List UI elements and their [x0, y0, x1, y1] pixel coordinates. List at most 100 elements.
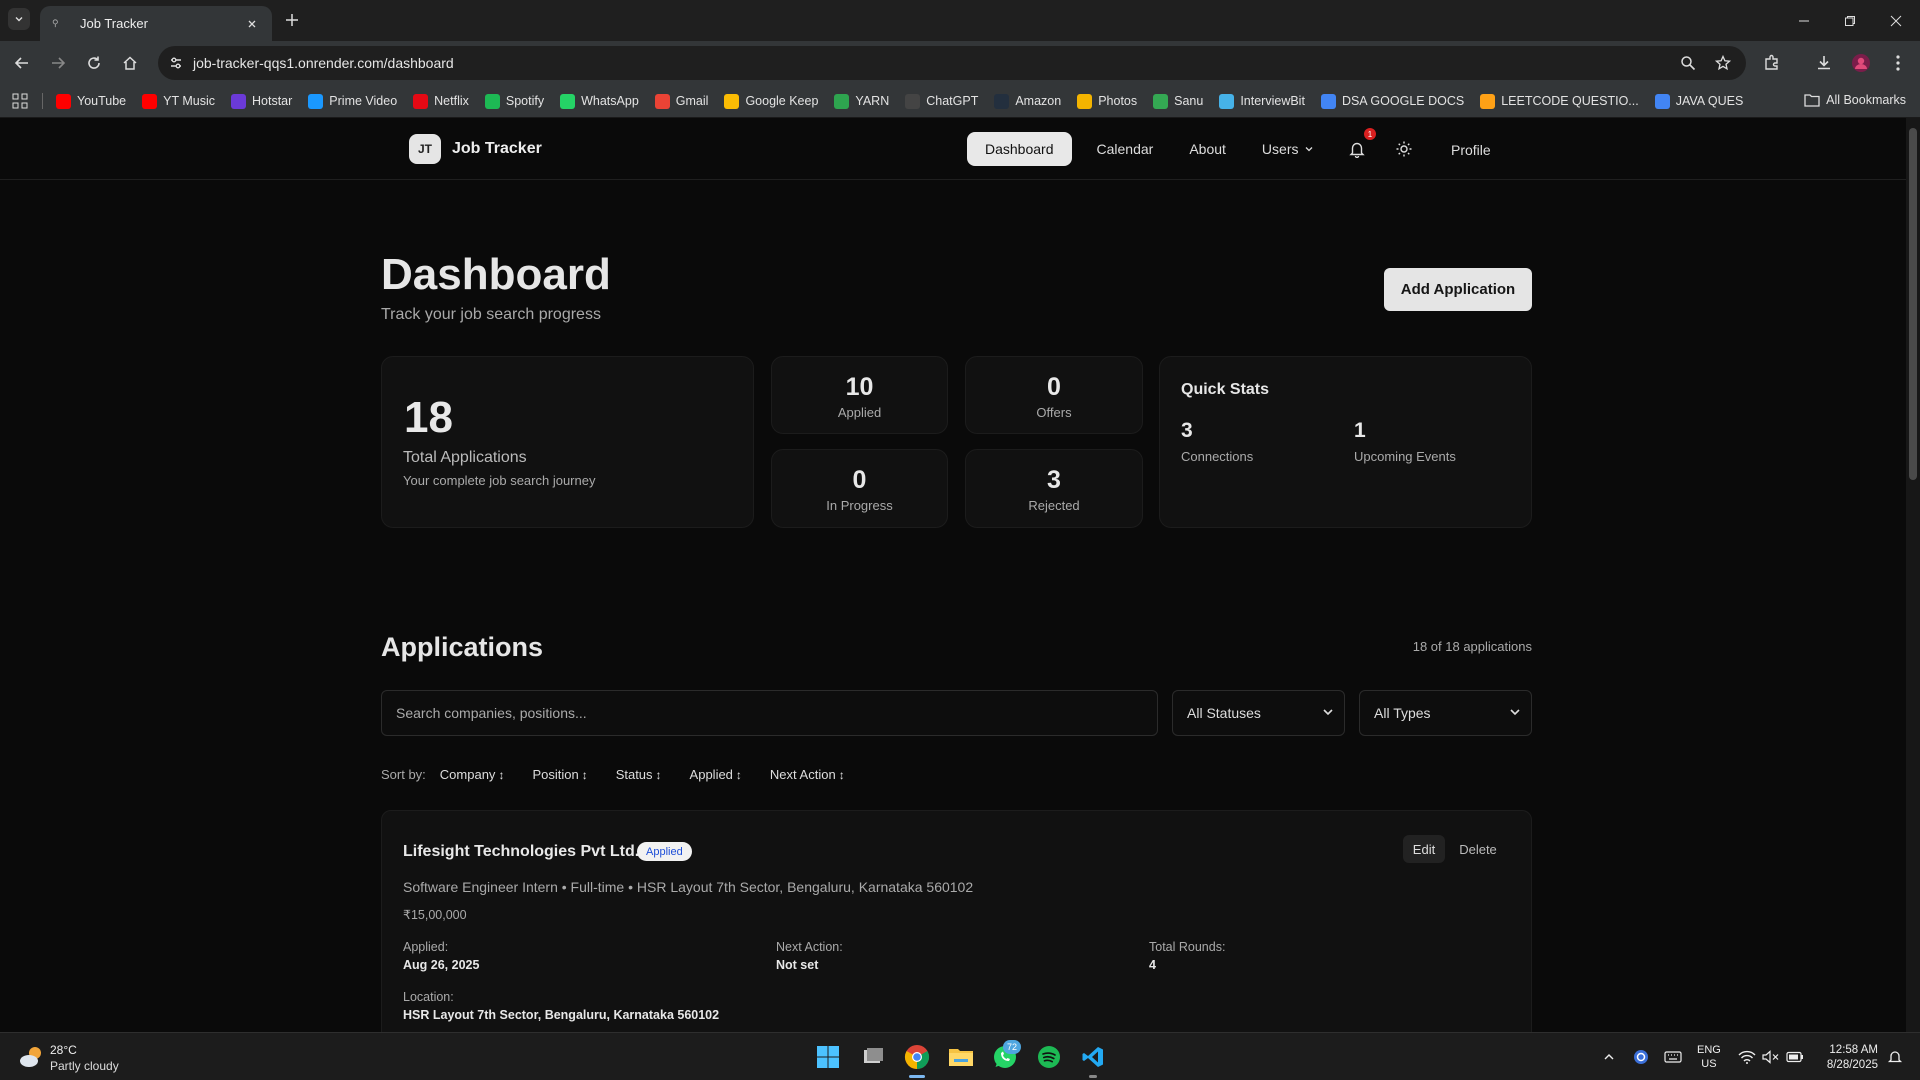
- taskbar-spotify[interactable]: [1033, 1041, 1065, 1073]
- apps-grid-icon[interactable]: [12, 93, 28, 109]
- minimize-button[interactable]: [1781, 0, 1827, 41]
- bookmark-item[interactable]: JAVA QUES: [1654, 93, 1743, 109]
- tray-app-icon[interactable]: [1632, 1049, 1650, 1065]
- system-clock[interactable]: 12:58 AM 8/28/2025: [1820, 1043, 1878, 1073]
- weather-temperature[interactable]: 28°C: [50, 1043, 77, 1057]
- chrome-icon: [904, 1045, 930, 1069]
- all-bookmarks-button[interactable]: All Bookmarks: [1804, 93, 1906, 107]
- touch-keyboard-button[interactable]: [1664, 1049, 1682, 1065]
- sort-position-button[interactable]: Position ↕: [532, 767, 587, 782]
- sort-next-action-button[interactable]: Next Action ↕: [770, 767, 845, 782]
- page-scrollbar[interactable]: [1906, 118, 1920, 1032]
- bookmark-label: LEETCODE QUESTIO...: [1501, 94, 1639, 108]
- stat-card-rejected: 3 Rejected: [965, 449, 1143, 528]
- address-bar[interactable]: job-tracker-qqs1.onrender.com/dashboard: [158, 46, 1746, 80]
- back-button[interactable]: [8, 49, 36, 77]
- sort-arrows-icon: ↕: [498, 767, 505, 782]
- nav-dashboard[interactable]: Dashboard: [967, 132, 1072, 166]
- sort-company-label: Company: [439, 767, 496, 782]
- start-button[interactable]: [812, 1041, 844, 1073]
- volume-status[interactable]: [1762, 1049, 1780, 1065]
- nav-about[interactable]: About: [1171, 132, 1244, 166]
- search-input[interactable]: [381, 690, 1158, 736]
- bookmark-item[interactable]: InterviewBit: [1219, 93, 1305, 109]
- type-filter-select[interactable]: All Types: [1359, 690, 1532, 736]
- vscode-icon: [1082, 1047, 1103, 1067]
- application-company: Lifesight Technologies Pvt Ltd.: [403, 843, 640, 860]
- bookmark-item[interactable]: Hotstar: [231, 93, 292, 109]
- tab-search-button[interactable]: [8, 8, 30, 30]
- nav-links: Dashboard Calendar About Users: [967, 132, 1332, 166]
- bookmark-item[interactable]: YARN: [834, 93, 889, 109]
- forward-button[interactable]: [44, 49, 72, 77]
- site-info-icon[interactable]: [166, 53, 186, 73]
- bookmark-star-icon[interactable]: [1713, 53, 1733, 73]
- chevron-down-icon: [1306, 147, 1313, 152]
- bookmark-item[interactable]: Prime Video: [308, 93, 397, 109]
- browser-tab-active[interactable]: ⚲ Job Tracker: [40, 6, 272, 41]
- close-window-button[interactable]: [1873, 0, 1919, 41]
- scrollbar-thumb[interactable]: [1909, 128, 1917, 480]
- zoom-icon[interactable]: [1678, 53, 1698, 73]
- page-title: Dashboard: [381, 250, 611, 299]
- bookmark-item[interactable]: YT Music: [142, 93, 215, 109]
- bookmark-item[interactable]: Amazon: [994, 93, 1061, 109]
- nav-users[interactable]: Users: [1244, 132, 1333, 166]
- stat-card-applied: 10 Applied: [771, 356, 948, 434]
- nav-calendar[interactable]: Calendar: [1079, 132, 1172, 166]
- task-view-button[interactable]: [857, 1041, 889, 1073]
- sort-arrows-icon: ↕: [838, 767, 845, 782]
- browser-toolbar: job-tracker-qqs1.onrender.com/dashboard: [0, 41, 1920, 84]
- home-button[interactable]: [116, 49, 144, 77]
- chrome-menu-icon[interactable]: [1886, 51, 1910, 75]
- bookmark-item[interactable]: Gmail: [654, 93, 708, 109]
- stat-card-offers: 0 Offers: [965, 356, 1143, 434]
- bookmark-item[interactable]: ChatGPT: [905, 93, 978, 109]
- theme-toggle-button[interactable]: [1394, 139, 1414, 159]
- edit-button[interactable]: Edit: [1403, 835, 1445, 863]
- bookmark-favicon-icon: [724, 93, 740, 109]
- bookmark-item[interactable]: Sanu: [1153, 93, 1203, 109]
- stat-in-progress-value: 0: [852, 466, 867, 494]
- sort-applied-button[interactable]: Applied ↕: [690, 767, 742, 782]
- bell-icon: [1887, 1051, 1903, 1063]
- show-hidden-icons-button[interactable]: [1600, 1049, 1618, 1065]
- sort-status-button[interactable]: Status ↕: [616, 767, 662, 782]
- add-application-button[interactable]: Add Application: [1384, 268, 1532, 311]
- bookmark-item[interactable]: Photos: [1077, 93, 1137, 109]
- taskbar-vscode[interactable]: [1077, 1041, 1109, 1073]
- bookmark-item[interactable]: WhatsApp: [560, 93, 639, 109]
- status-filter-select[interactable]: All Statuses: [1172, 690, 1345, 736]
- delete-button[interactable]: Delete: [1455, 835, 1501, 863]
- profile-avatar-icon[interactable]: [1849, 51, 1873, 75]
- nav-profile[interactable]: Profile: [1451, 142, 1491, 158]
- bookmark-item[interactable]: Google Keep: [724, 93, 818, 109]
- new-tab-button[interactable]: [282, 10, 302, 30]
- weather-description[interactable]: Partly cloudy: [50, 1059, 119, 1073]
- bookmark-item[interactable]: YouTube: [56, 93, 126, 109]
- url-text: job-tracker-qqs1.onrender.com/dashboard: [193, 55, 454, 71]
- notification-center-button[interactable]: [1886, 1049, 1904, 1065]
- extensions-icon[interactable]: [1760, 51, 1784, 75]
- bookmark-item[interactable]: Spotify: [484, 93, 544, 109]
- location-value: HSR Layout 7th Sector, Bengaluru, Karnat…: [403, 1008, 720, 1022]
- taskbar-chrome[interactable]: [901, 1041, 933, 1073]
- bookmark-item[interactable]: DSA GOOGLE DOCS: [1320, 93, 1464, 109]
- bookmark-item[interactable]: LEETCODE QUESTIO...: [1480, 93, 1639, 109]
- bookmark-item[interactable]: Netflix: [413, 93, 469, 109]
- tab-close-icon[interactable]: [244, 16, 260, 32]
- notifications-button[interactable]: [1347, 139, 1367, 159]
- download-icon[interactable]: [1812, 51, 1836, 75]
- brand-link[interactable]: JT Job Tracker: [409, 134, 542, 164]
- reload-button[interactable]: [80, 49, 108, 77]
- sort-company-button[interactable]: Company ↕: [440, 767, 505, 782]
- restore-button[interactable]: [1827, 0, 1873, 41]
- language-indicator[interactable]: ENG US: [1697, 1043, 1721, 1071]
- wifi-status[interactable]: [1738, 1049, 1756, 1065]
- battery-status[interactable]: [1786, 1049, 1804, 1065]
- partly-cloudy-icon[interactable]: [18, 1045, 48, 1069]
- home-icon: [123, 56, 137, 70]
- tab-title: Job Tracker: [80, 16, 148, 31]
- total-applications-card: 18 Total Applications Your complete job …: [381, 356, 754, 528]
- taskbar-file-explorer[interactable]: [945, 1041, 977, 1073]
